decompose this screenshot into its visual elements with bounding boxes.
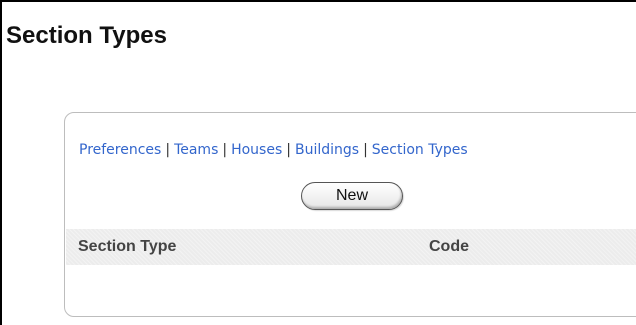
- nav-link-houses[interactable]: Houses: [231, 142, 282, 158]
- nav-link-buildings[interactable]: Buildings: [295, 142, 359, 158]
- column-header-code[interactable]: Code: [429, 238, 469, 256]
- nav-separator: |: [165, 142, 171, 158]
- nav-link-section-types[interactable]: Section Types: [372, 142, 468, 158]
- content-panel: Preferences | Teams | Houses | Buildings | Secti…: [64, 112, 636, 317]
- nav-separator: |: [363, 142, 368, 158]
- column-header-section-type[interactable]: Section Type: [78, 238, 176, 256]
- nav-separator: |: [286, 142, 291, 158]
- nav-links: Preferences | Teams | Houses | Buildings | Secti…: [79, 141, 468, 159]
- page-title: Section Types: [6, 22, 167, 49]
- nav-link-teams[interactable]: Teams: [174, 142, 218, 158]
- nav-separator: |: [222, 142, 228, 158]
- page-frame: Section Types Preferences | Teams | Houses | B…: [0, 0, 636, 325]
- table-header: Section Type Code: [66, 229, 636, 265]
- new-button[interactable]: New: [301, 182, 403, 210]
- nav-link-preferences[interactable]: Preferences: [79, 142, 161, 158]
